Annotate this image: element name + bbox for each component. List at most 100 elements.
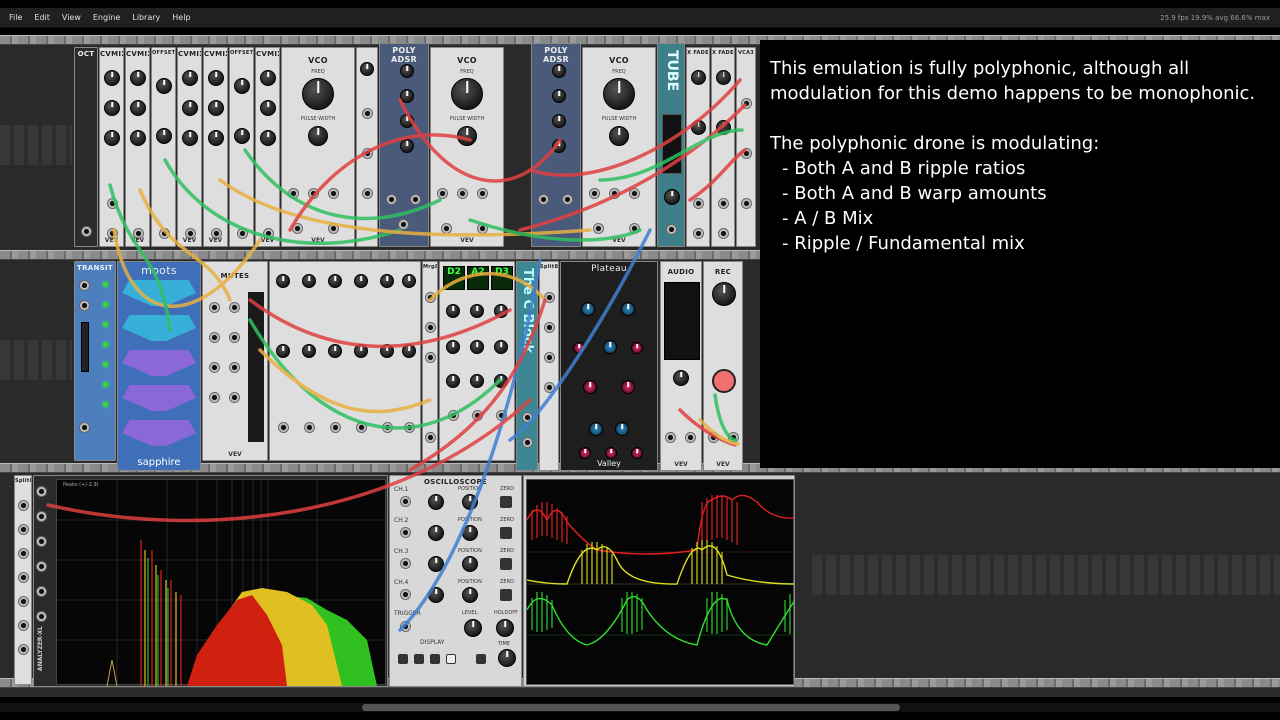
module-plateau[interactable]: Plateau Valley	[560, 261, 658, 471]
trace-baseline-toggle[interactable]	[446, 654, 456, 664]
voct-jack[interactable]	[496, 410, 507, 421]
output-jack[interactable]	[477, 223, 488, 234]
menu-view[interactable]: View	[56, 13, 87, 22]
output-jack[interactable]	[18, 644, 29, 655]
level-knob[interactable]	[673, 370, 689, 386]
output-jack[interactable]	[441, 223, 452, 234]
menu-library[interactable]: Library	[126, 13, 166, 22]
fine-knob[interactable]	[470, 374, 484, 388]
module-analyzer[interactable]: ANALYZER-XL Peaks (+/-2.9)	[33, 475, 388, 687]
input-jack[interactable]	[362, 108, 373, 119]
stats-toggle[interactable]	[430, 654, 440, 664]
module-vca[interactable]: VCA3	[736, 47, 756, 247]
input-jack[interactable]	[522, 412, 533, 423]
module-xfade-2[interactable]: X FADE	[711, 47, 735, 247]
input-jack[interactable]	[425, 322, 436, 333]
module-oscilloscope-display[interactable]	[523, 475, 795, 687]
menu-help[interactable]: Help	[166, 13, 196, 22]
input-jack[interactable]	[36, 611, 47, 622]
input-jack[interactable]	[457, 188, 468, 199]
level-knob[interactable]	[130, 70, 146, 86]
input-jack[interactable]	[718, 198, 729, 209]
attack-knob[interactable]	[400, 64, 414, 78]
moots-gate-4[interactable]	[122, 385, 196, 411]
module-cvmix-4[interactable]: CVMIX VEV	[203, 47, 228, 247]
ch3-zero-button[interactable]	[500, 558, 512, 570]
output-jack[interactable]	[292, 223, 303, 234]
input-jack[interactable]	[708, 432, 719, 443]
ch2-scale-knob[interactable]	[428, 525, 444, 541]
moots-gate-5[interactable]	[122, 420, 196, 446]
moots-gate-1[interactable]	[122, 280, 196, 306]
ch2-input-jack[interactable]	[400, 527, 411, 538]
sustain-knob[interactable]	[400, 114, 414, 128]
fade-knob[interactable]	[691, 120, 706, 135]
output-jack[interactable]	[18, 524, 29, 535]
module-lfo-bank[interactable]	[269, 261, 421, 461]
dry-knob[interactable]	[581, 302, 595, 316]
offset-knob[interactable]	[328, 344, 342, 358]
reverb-low-knob[interactable]	[589, 422, 603, 436]
output-jack[interactable]	[544, 382, 555, 393]
input-jack[interactable]	[36, 586, 47, 597]
input-jack[interactable]	[79, 300, 90, 311]
module-tube[interactable]: TUBE	[657, 43, 685, 247]
output-jack[interactable]	[18, 500, 29, 511]
module-vco-2[interactable]: VCO FREQ PULSE WIDTH VEV	[430, 47, 504, 247]
octave-knob[interactable]	[470, 340, 484, 354]
output-jack[interactable]	[544, 352, 555, 363]
output-jack[interactable]	[229, 332, 240, 343]
input-jack[interactable]	[36, 536, 47, 547]
moots-gate-3[interactable]	[122, 350, 196, 376]
reverb-high-knob[interactable]	[615, 422, 629, 436]
octave-knob[interactable]	[446, 340, 460, 354]
input-jack[interactable]	[728, 432, 739, 443]
menu-file[interactable]: File	[0, 13, 28, 22]
output-jack[interactable]	[330, 422, 341, 433]
input-jack[interactable]	[477, 188, 488, 199]
ch1-scale-knob[interactable]	[428, 494, 444, 510]
input-jack[interactable]	[589, 188, 600, 199]
output-jack[interactable]	[79, 422, 90, 433]
offset-knob[interactable]	[302, 344, 316, 358]
input-jack[interactable]	[693, 198, 704, 209]
module-split-2[interactable]: Split8	[14, 475, 32, 685]
input-jack[interactable]	[36, 561, 47, 572]
output-jack[interactable]	[18, 620, 29, 631]
input-jack[interactable]	[308, 188, 319, 199]
output-jack[interactable]	[278, 422, 289, 433]
module-cvmix-1[interactable]: CVMIX VEV	[99, 47, 124, 247]
input-jack[interactable]	[288, 188, 299, 199]
output-jack[interactable]	[404, 422, 415, 433]
pulse-width-knob[interactable]	[308, 126, 328, 146]
offset-knob[interactable]	[354, 344, 368, 358]
input-jack[interactable]	[36, 486, 47, 497]
level-knob[interactable]	[208, 100, 224, 116]
input-jack[interactable]	[209, 332, 220, 343]
offset-knob[interactable]	[234, 78, 250, 94]
fade-knob[interactable]	[691, 70, 706, 85]
offset-knob[interactable]	[156, 78, 172, 94]
rate-knob[interactable]	[380, 274, 394, 288]
input-jack[interactable]	[425, 292, 436, 303]
trigger-input-jack[interactable]	[400, 621, 411, 632]
output-jack[interactable]	[304, 422, 315, 433]
module-offset-2[interactable]: OFFSET	[229, 47, 254, 247]
module-merge[interactable]: Mrg8	[422, 261, 438, 461]
ch4-position-knob[interactable]	[462, 587, 478, 603]
input-jack[interactable]	[328, 188, 339, 199]
ch3-position-knob[interactable]	[462, 556, 478, 572]
input-jack[interactable]	[665, 432, 676, 443]
release-knob[interactable]	[552, 139, 566, 153]
module-mutes[interactable]: MUTES VEV	[202, 261, 268, 461]
octave-knob[interactable]	[494, 340, 508, 354]
ch3-scale-knob[interactable]	[428, 556, 444, 572]
output-jack[interactable]	[593, 223, 604, 234]
holdoff-knob[interactable]	[496, 619, 514, 637]
decay-knob[interactable]	[400, 89, 414, 103]
moots-gate-2[interactable]	[122, 315, 196, 341]
output-jack[interactable]	[229, 362, 240, 373]
freq-knob[interactable]	[451, 78, 483, 110]
output-jack[interactable]	[81, 226, 92, 237]
input-jack[interactable]	[209, 392, 220, 403]
